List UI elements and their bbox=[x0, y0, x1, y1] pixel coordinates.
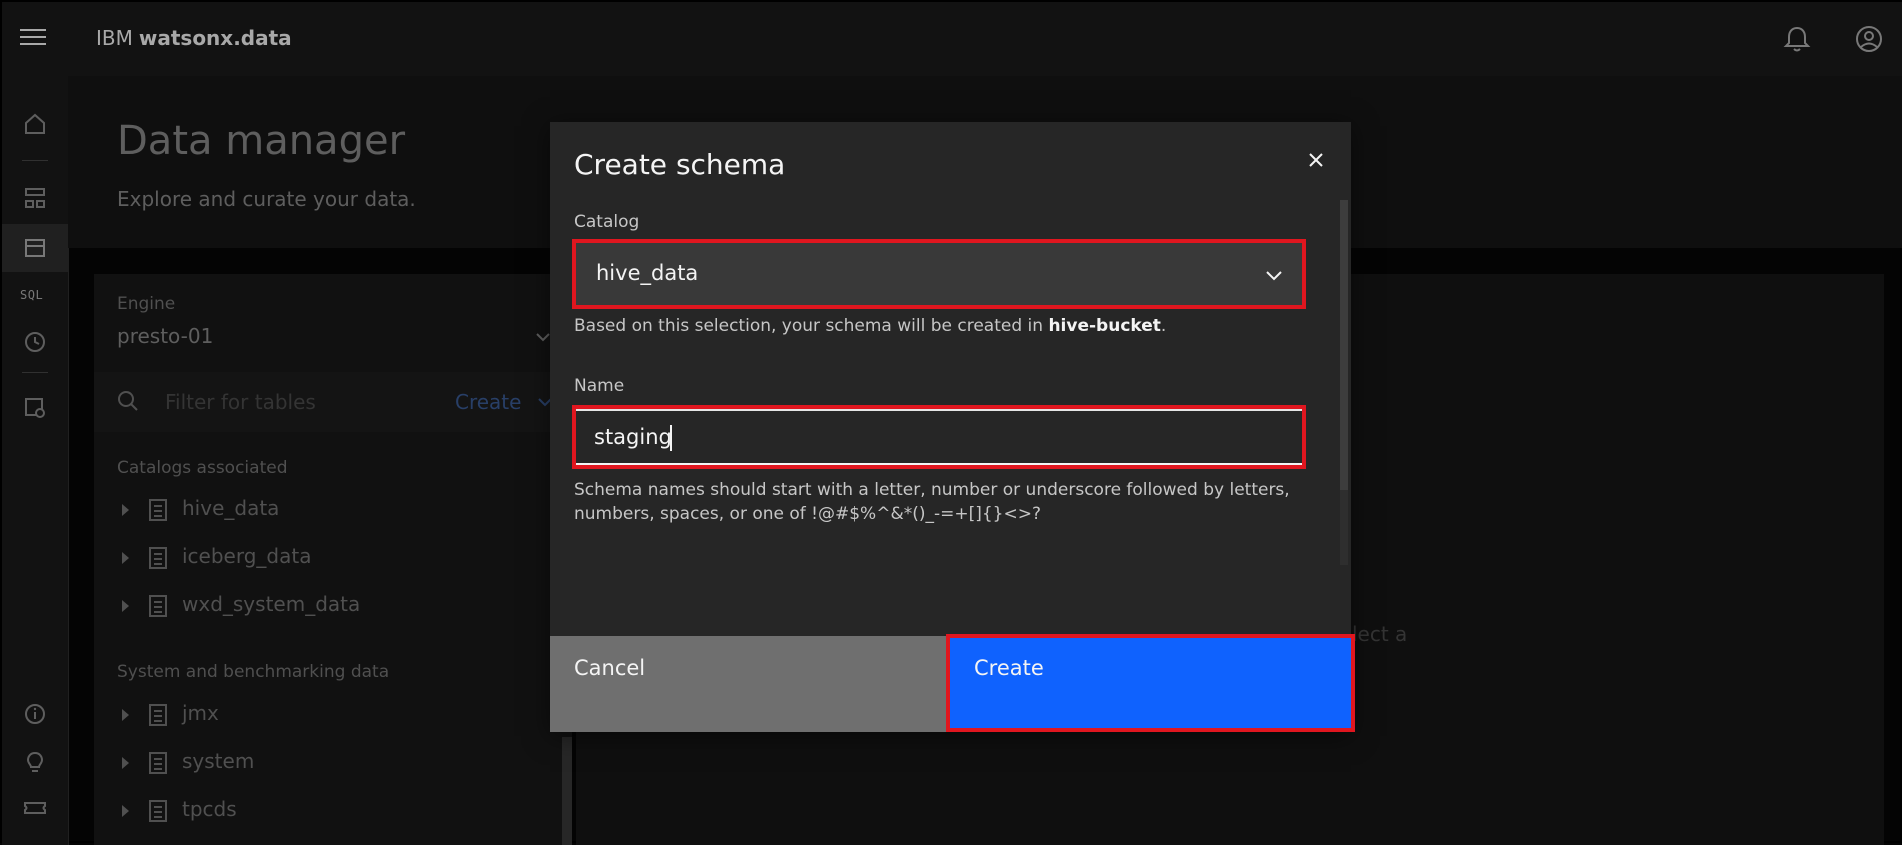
schema-name-input[interactable] bbox=[594, 425, 1274, 449]
cancel-button-label: Cancel bbox=[574, 656, 646, 680]
catalog-helper-prefix: Based on this selection, your schema wil… bbox=[574, 316, 1044, 336]
name-label: Name bbox=[574, 376, 625, 396]
modal-scrollbar[interactable] bbox=[1340, 200, 1348, 565]
app-shell: IBM watsonx.data SQL Data manager Explor… bbox=[0, 0, 1902, 845]
create-button[interactable]: Create bbox=[946, 636, 1351, 732]
name-helper-line2: numbers, spaces, or one of !@#$%^&*()_-=… bbox=[574, 504, 1041, 524]
cancel-button[interactable]: Cancel bbox=[550, 636, 946, 732]
catalog-helper-text: Based on this selection, your schema wil… bbox=[574, 314, 1166, 338]
catalog-select-value: hive_data bbox=[596, 261, 699, 285]
text-cursor bbox=[670, 425, 672, 451]
modal-title: Create schema bbox=[574, 148, 786, 181]
create-button-label: Create bbox=[974, 656, 1044, 680]
schema-name-field[interactable] bbox=[576, 409, 1302, 465]
create-schema-modal: Create schema Catalog hive_data Based on… bbox=[550, 122, 1355, 732]
catalog-label: Catalog bbox=[574, 212, 640, 232]
name-helper-line1: Schema names should start with a letter,… bbox=[574, 480, 1290, 500]
catalog-helper-suffix: . bbox=[1160, 316, 1167, 336]
catalog-helper-bucket: hive-bucket bbox=[1048, 316, 1161, 336]
close-icon[interactable] bbox=[1300, 144, 1332, 176]
chevron-down-icon[interactable] bbox=[1264, 265, 1284, 285]
modal-scrollbar-thumb[interactable] bbox=[1340, 200, 1348, 490]
catalog-select[interactable]: hive_data bbox=[576, 243, 1302, 305]
